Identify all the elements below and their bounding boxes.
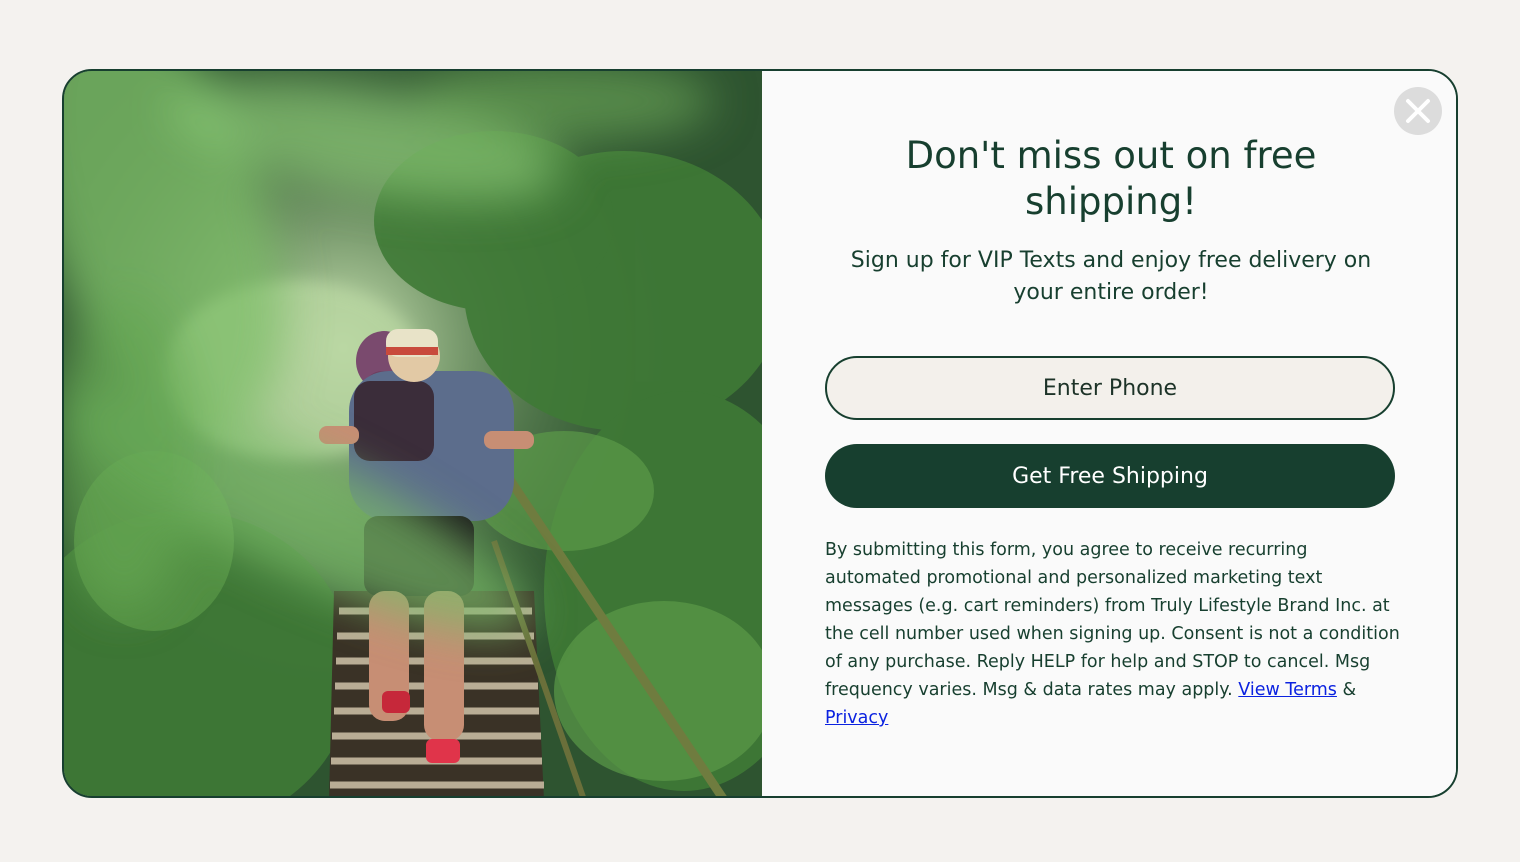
close-icon (1406, 99, 1430, 123)
signup-modal: Don't miss out on free shipping! Sign up… (62, 69, 1458, 798)
popup-headline: Don't miss out on free shipping! (905, 134, 1317, 223)
close-button[interactable] (1394, 87, 1442, 135)
link-separator: & (1342, 680, 1357, 700)
privacy-link[interactable]: Privacy (825, 708, 888, 728)
phone-input[interactable] (825, 356, 1395, 420)
get-free-shipping-button[interactable]: Get Free Shipping (825, 444, 1395, 508)
signup-panel: Don't miss out on free shipping! Sign up… (762, 71, 1456, 796)
legal-disclaimer: By submitting this form, you agree to re… (825, 536, 1405, 732)
hikers-forest-photo (64, 71, 762, 796)
view-terms-link[interactable]: View Terms (1238, 680, 1337, 700)
popup-subhead: Sign up for VIP Texts and enjoy free del… (850, 248, 1372, 305)
legal-text: By submitting this form, you agree to re… (825, 540, 1400, 700)
